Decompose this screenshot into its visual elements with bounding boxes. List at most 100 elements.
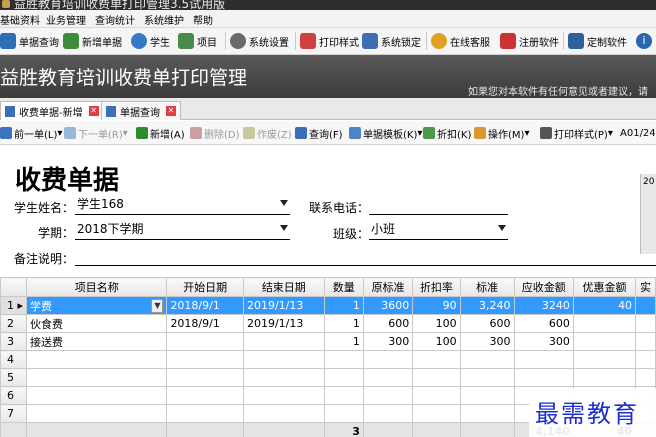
menu-business[interactable]: 业务管理 (46, 12, 86, 27)
row-number-cell[interactable]: 5 (0, 368, 28, 387)
table-cell[interactable] (166, 332, 244, 351)
table-cell[interactable] (242, 332, 325, 351)
students-button[interactable]: 学生 (131, 31, 170, 51)
menu-query-stats[interactable]: 查询统计 (95, 12, 135, 27)
items-button[interactable]: 项目 (178, 31, 217, 51)
table-cell[interactable]: 3600 (362, 296, 414, 315)
class-select[interactable]: 小班 (369, 220, 508, 240)
receipt-query-button[interactable]: 单据查询 (0, 31, 59, 51)
tab-receipt-query[interactable]: 单据查询 ✕ (101, 101, 181, 120)
table-cell[interactable]: 1 (323, 314, 364, 333)
table-cell[interactable] (459, 386, 515, 405)
table-cell[interactable]: 学费 ▼ (26, 296, 168, 315)
system-settings-button[interactable]: 系统设置 (230, 31, 289, 51)
row-number-cell[interactable]: 4 (0, 350, 28, 369)
table-cell[interactable] (635, 332, 656, 351)
column-header[interactable]: 折扣率 (412, 277, 461, 297)
table-cell[interactable]: 接送费 (26, 332, 168, 351)
operate-button[interactable]: 操作(M) ▾ (474, 125, 529, 141)
print-style-button[interactable]: 打印样式 (300, 31, 359, 51)
info-button[interactable]: i (636, 31, 655, 51)
table-cell[interactable] (166, 386, 244, 405)
table-cell[interactable]: 1 (323, 296, 364, 315)
row-number-cell[interactable]: 7 (0, 404, 28, 423)
column-header[interactable]: 优惠金额 (572, 277, 637, 297)
table-cell[interactable] (242, 386, 325, 405)
row-number-cell[interactable]: 6 (0, 386, 28, 405)
close-icon[interactable]: ✕ (166, 106, 176, 116)
column-header[interactable]: 应收金额 (513, 277, 574, 297)
table-cell[interactable] (166, 368, 244, 387)
add-button[interactable]: 新增(A) (136, 125, 185, 141)
column-header[interactable]: 数量 (323, 277, 364, 297)
discount-button[interactable]: 折扣(K) (423, 125, 471, 141)
table-cell[interactable] (412, 368, 461, 387)
table-cell[interactable] (572, 350, 637, 369)
column-header[interactable]: 标准 (459, 277, 515, 297)
table-cell[interactable] (166, 404, 244, 423)
table-cell[interactable] (26, 386, 168, 405)
table-cell[interactable] (635, 314, 656, 333)
chevron-down-icon[interactable]: ▼ (151, 298, 164, 313)
close-icon[interactable]: ✕ (88, 106, 99, 116)
remark-input[interactable] (75, 246, 656, 266)
table-cell[interactable] (362, 404, 414, 423)
chevron-down-icon[interactable] (280, 225, 288, 231)
table-cell[interactable]: 300 (362, 332, 414, 351)
table-cell[interactable] (323, 404, 364, 423)
term-select[interactable]: 2018下学期 (75, 220, 290, 240)
table-cell[interactable] (362, 350, 414, 369)
row-number-cell[interactable]: 2 (0, 314, 28, 333)
column-header[interactable]: 原标准 (362, 277, 414, 297)
chevron-down-icon[interactable] (498, 225, 506, 231)
table-cell[interactable] (459, 368, 515, 387)
table-cell[interactable]: 2019/1/13 (242, 296, 325, 315)
table-cell[interactable]: 90 (412, 296, 461, 315)
table-cell[interactable] (26, 350, 168, 369)
register-button[interactable]: 注册软件 (500, 31, 559, 51)
table-cell[interactable]: 40 (572, 296, 637, 315)
table-cell[interactable]: 100 (412, 332, 461, 351)
row-number-cell[interactable]: 1 ▸ (0, 296, 28, 315)
table-row[interactable]: 2 伙食费 2018/9/1 2019/1/13 1 600 100 600 600 (0, 314, 656, 333)
table-cell[interactable] (572, 314, 637, 333)
custom-software-button[interactable]: 定制软件 (568, 31, 627, 51)
online-service-button[interactable]: 在线客服 (431, 31, 490, 51)
table-cell[interactable]: 600 (513, 314, 574, 333)
table-row[interactable]: 3 接送费 1 300 100 300 300 (0, 332, 656, 351)
table-cell[interactable]: 3,240 (459, 296, 515, 315)
table-row[interactable]: 1 ▸ 学费 ▼ 2018/9/1 2019/1/13 1 3600 90 3,240 3240 4… (0, 296, 656, 315)
table-cell[interactable] (362, 368, 414, 387)
table-cell[interactable] (412, 386, 461, 405)
table-cell[interactable]: 伙食费 (26, 314, 168, 333)
delete-button[interactable]: 删除(D) (190, 125, 240, 141)
new-receipt-button[interactable]: 新增单据 (63, 31, 122, 51)
table-cell[interactable] (323, 368, 364, 387)
row-number-cell[interactable]: 3 (0, 332, 28, 351)
table-row[interactable]: 4 (0, 350, 656, 369)
table-cell[interactable] (635, 350, 656, 369)
table-cell[interactable] (459, 350, 515, 369)
next-receipt-button[interactable]: 下一单(R) ▾ (64, 125, 128, 141)
table-cell[interactable] (459, 404, 515, 423)
table-cell[interactable] (242, 368, 325, 387)
student-name-select[interactable]: 学生168 (75, 195, 290, 215)
table-cell[interactable] (635, 368, 656, 387)
table-cell[interactable]: 1 (323, 332, 364, 351)
table-cell[interactable] (26, 404, 168, 423)
table-cell[interactable] (513, 368, 574, 387)
table-cell[interactable]: 600 (362, 314, 414, 333)
menu-help[interactable]: 帮助 (193, 12, 213, 27)
menu-system[interactable]: 系统维护 (144, 12, 184, 27)
tab-receipt-new[interactable]: 收费单据-新增 ✕ (0, 101, 104, 120)
query-button[interactable]: 查询(F) (295, 125, 343, 141)
table-cell[interactable]: 2019/1/13 (242, 314, 325, 333)
system-lock-button[interactable]: 系统锁定 (362, 31, 421, 51)
table-cell[interactable] (513, 350, 574, 369)
table-cell[interactable] (572, 368, 637, 387)
banner-feedback-tip[interactable]: 如果您对本软件有任何意见或者建议，请 (468, 83, 648, 98)
menu-basic-data[interactable]: 基础资料 (0, 12, 40, 27)
table-cell[interactable] (412, 404, 461, 423)
table-cell[interactable] (242, 404, 325, 423)
column-header[interactable]: 项目名称 (26, 277, 168, 297)
